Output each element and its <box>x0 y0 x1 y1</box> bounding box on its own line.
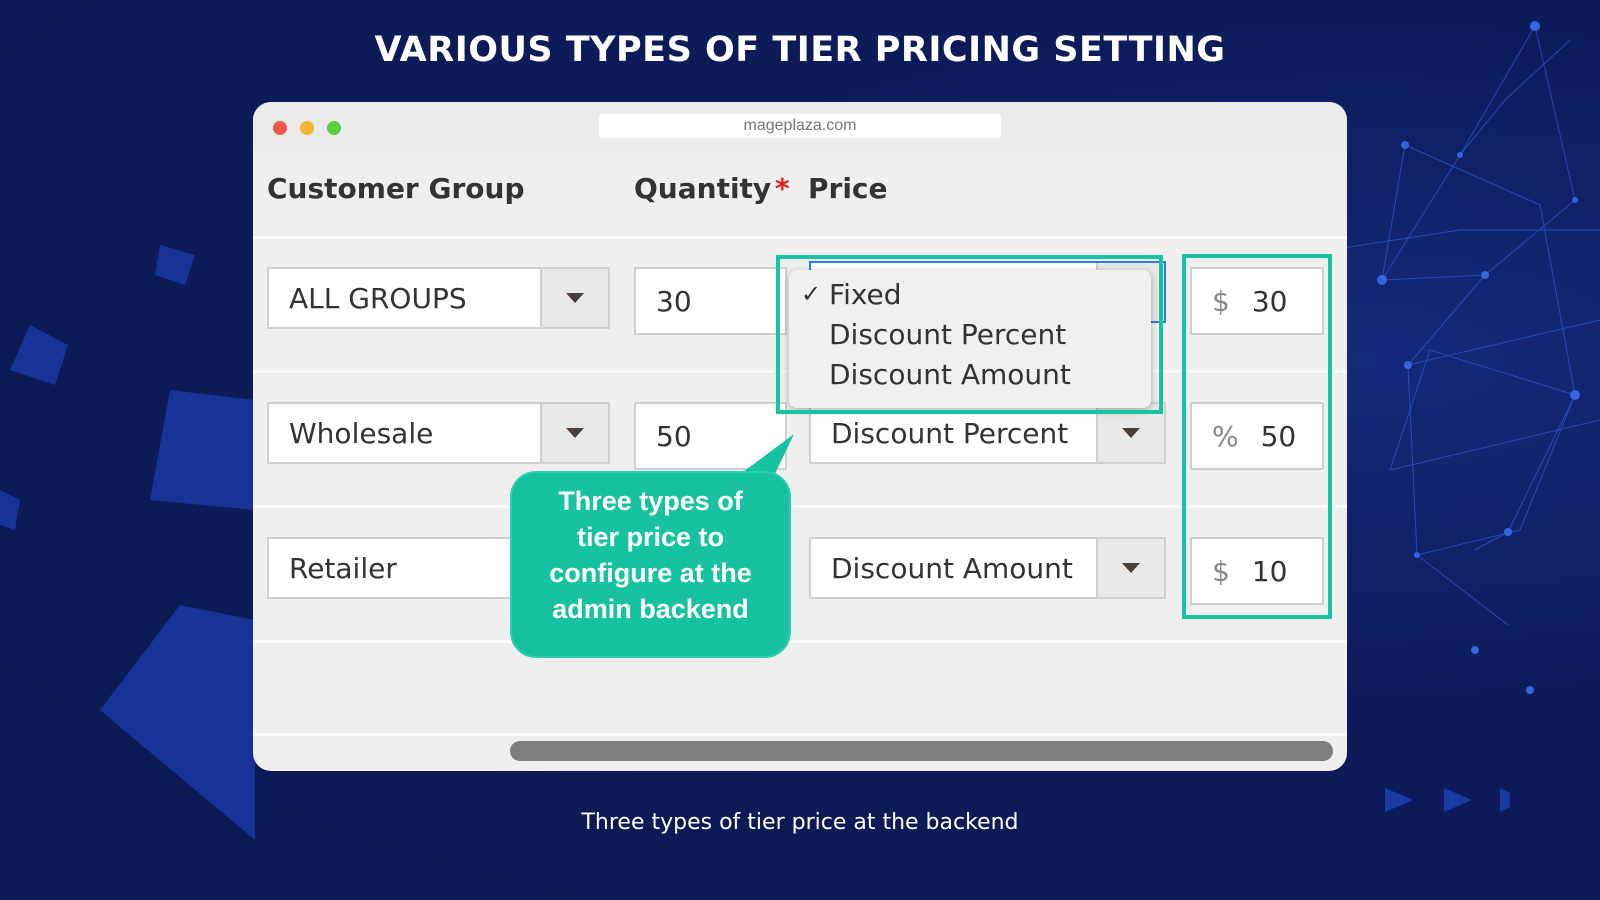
caption: Three types of tier price at the backend <box>581 810 1019 835</box>
horizontal-scrollbar[interactable] <box>510 741 1333 761</box>
chevron-down-icon[interactable] <box>1096 539 1164 597</box>
select-value: ALL GROUPS <box>289 281 467 315</box>
cube-decoration <box>0 245 255 840</box>
callout-line: admin backend <box>552 594 749 624</box>
callout-line: tier price to <box>576 522 725 552</box>
select-value: Wholesale <box>289 416 434 450</box>
customer-group-select[interactable]: ALL GROUPS <box>267 267 610 329</box>
title-bar: mageplaza.com <box>253 102 1347 151</box>
browser-window: mageplaza.com Customer Group Quantity * … <box>253 102 1347 771</box>
select-value: Discount Amount <box>831 551 1073 585</box>
price-type-select[interactable]: Discount Amount <box>809 537 1166 599</box>
input-value: 30 <box>656 284 692 318</box>
select-value: Retailer <box>289 551 397 585</box>
callout-bubble: Three types of tier price to configure a… <box>510 471 791 658</box>
required-asterisk: * <box>775 172 790 205</box>
divider <box>253 640 1347 643</box>
customer-group-select[interactable]: Wholesale <box>267 402 610 464</box>
maximize-button[interactable] <box>327 121 341 135</box>
close-button[interactable] <box>273 121 287 135</box>
callout-line: Three types of <box>558 486 743 516</box>
divider <box>253 236 1347 239</box>
quantity-input[interactable]: 30 <box>634 267 787 335</box>
header-quantity: Quantity <box>634 172 772 205</box>
divider <box>253 733 1347 736</box>
select-value: Discount Percent <box>831 416 1069 450</box>
network-decoration <box>1330 21 1600 694</box>
chevron-down-icon[interactable] <box>540 269 608 327</box>
address-bar[interactable]: mageplaza.com <box>599 114 1001 138</box>
callout-line: configure at the <box>549 558 752 588</box>
highlight-box-amounts <box>1182 254 1332 619</box>
minimize-button[interactable] <box>300 121 314 135</box>
highlight-box-price-types <box>776 255 1163 414</box>
header-customer-group: Customer Group <box>267 172 525 205</box>
page-title: VARIOUS TYPES OF TIER PRICING SETTING <box>374 30 1226 70</box>
chevron-down-icon[interactable] <box>540 404 608 462</box>
header-price: Price <box>808 172 888 205</box>
input-value: 50 <box>656 419 692 453</box>
